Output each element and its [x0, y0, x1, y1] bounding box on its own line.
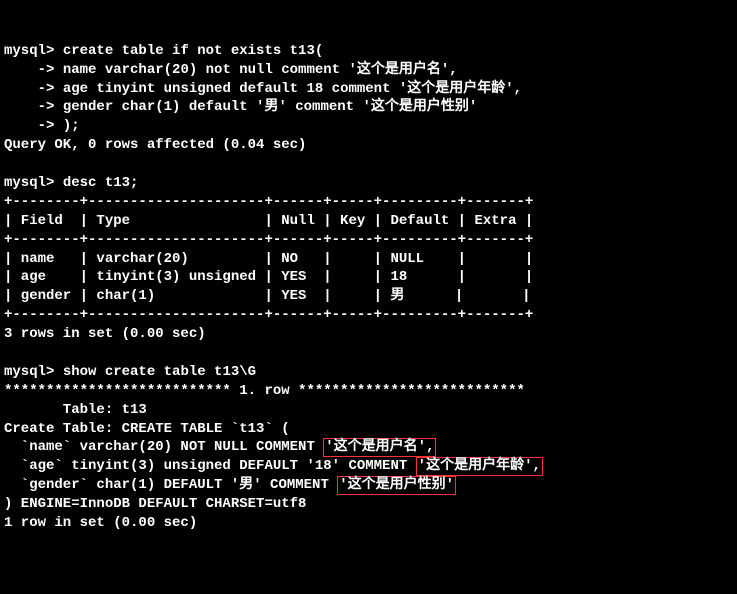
show-table-name: Table: t13	[4, 402, 147, 418]
cont-prompt: ->	[4, 62, 54, 78]
show-create-line: Create Table: CREATE TABLE `t13` (	[4, 421, 290, 437]
table-row: | name | varchar(20) | NO | | NULL | |	[4, 251, 533, 267]
table-border: +--------+---------------------+------+-…	[4, 232, 533, 248]
show-engine-line: ) ENGINE=InnoDB DEFAULT CHARSET=utf8	[4, 496, 306, 512]
table-row: | gender | char(1) | YES | | 男 | |	[4, 288, 530, 304]
table-header: | Field | Type | Null | Key | Default | …	[4, 213, 533, 229]
highlight-comment-gender: '这个是用户性别'	[337, 476, 456, 495]
sql-create-line2: name varchar(20) not null comment '这个是用户…	[54, 62, 457, 78]
row-header: *************************** 1. row *****…	[4, 383, 525, 399]
highlight-comment-age: '这个是用户年龄',	[416, 457, 543, 476]
show-name-line: `name` varchar(20) NOT NULL COMMENT	[4, 439, 323, 455]
table-border: +--------+---------------------+------+-…	[4, 194, 533, 210]
highlight-comment-name: '这个是用户名',	[323, 438, 436, 457]
sql-create-line3: age tinyint unsigned default 18 comment …	[54, 81, 522, 97]
query-result: Query OK, 0 rows affected (0.04 sec)	[4, 137, 306, 153]
show-gender-line: `gender` char(1) DEFAULT '男' COMMENT	[4, 477, 337, 493]
table-border: +--------+---------------------+------+-…	[4, 307, 533, 323]
sql-create-line1: create table if not exists t13(	[54, 43, 323, 59]
query-result: 3 rows in set (0.00 sec)	[4, 326, 206, 342]
sql-create-line4: gender char(1) default '男' comment '这个是用…	[54, 99, 477, 115]
sql-create-line5: );	[54, 118, 79, 134]
query-result: 1 row in set (0.00 sec)	[4, 515, 197, 531]
prompt: mysql>	[4, 175, 54, 191]
prompt: mysql>	[4, 43, 54, 59]
cont-prompt: ->	[4, 99, 54, 115]
sql-desc-cmd: desc t13;	[54, 175, 138, 191]
cont-prompt: ->	[4, 81, 54, 97]
table-row: | age | tinyint(3) unsigned | YES | | 18…	[4, 269, 533, 285]
show-age-line: `age` tinyint(3) unsigned DEFAULT '18' C…	[4, 458, 416, 474]
prompt: mysql>	[4, 364, 54, 380]
sql-show-cmd: show create table t13\G	[54, 364, 256, 380]
terminal-output: mysql> create table if not exists t13( -…	[4, 42, 733, 533]
cont-prompt: ->	[4, 118, 54, 134]
